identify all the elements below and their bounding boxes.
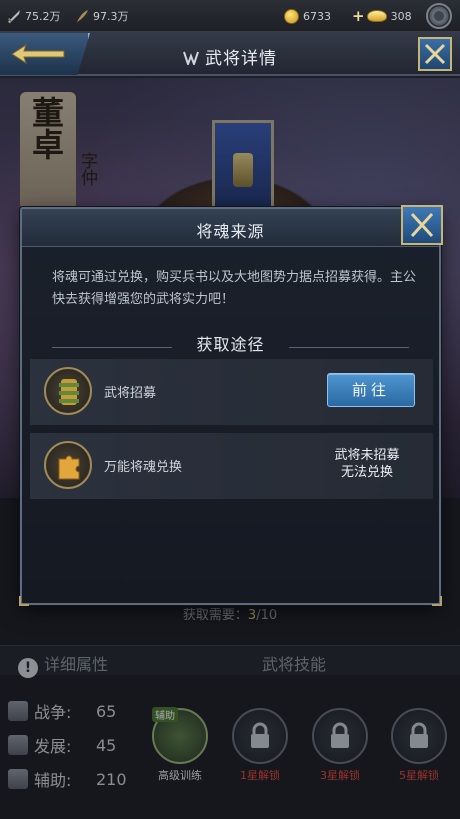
- dialog-description: 将魂可通过兑换，购买兵书以及大地图势力据点招募获得。主公快去获得增强您的武将实力…: [52, 270, 417, 307]
- troops-value: 75.2万: [25, 10, 61, 23]
- resource-gold[interactable]: + 308: [352, 7, 412, 25]
- divider: [52, 347, 172, 348]
- resource-bar: 75.2万 97.3万 6733 + 308: [0, 0, 460, 32]
- dialog-title: 将魂来源: [196, 222, 265, 241]
- soul-source-dialog: 将魂来源 将魂可通过兑换，购买兵书以及大地图势力据点招募获得。主公快去获得增强您…: [19, 205, 443, 606]
- source-row-exchange: 万能将魂兑换 武将未招募 无法兑换: [30, 433, 433, 499]
- puzzle-soul-icon: [44, 441, 92, 489]
- close-button[interactable]: [418, 37, 452, 71]
- dialog-header: 将魂来源: [22, 209, 439, 247]
- wood-value: 97.3万: [93, 10, 129, 23]
- scroll-icon-graphic: [59, 379, 79, 405]
- resource-wood: 97.3万: [74, 7, 129, 25]
- source-status: 武将未招募 无法兑换: [327, 447, 407, 481]
- add-gold-button[interactable]: +: [352, 7, 365, 25]
- frame-corner: [432, 596, 442, 606]
- copper-value: 6733: [303, 9, 331, 23]
- section-title: 获取途径: [196, 335, 265, 354]
- copper-coin-icon: [284, 8, 299, 24]
- title-bar: 武将详情: [0, 32, 460, 76]
- resource-copper: 6733: [284, 7, 331, 25]
- emblem-icon: [183, 51, 199, 65]
- dialog-close-button[interactable]: [401, 205, 443, 245]
- close-icon: [410, 212, 434, 238]
- go-button[interactable]: 前往: [327, 373, 415, 407]
- close-icon: [424, 43, 446, 65]
- page-title: 武将详情: [0, 44, 460, 69]
- sword-icon: [7, 10, 20, 23]
- page-title-text: 武将详情: [205, 49, 277, 69]
- status-line: 武将未招募: [334, 448, 400, 463]
- resource-troops: 75.2万: [6, 7, 61, 25]
- section-header: 获取途径: [22, 331, 439, 355]
- status-line: 无法兑换: [340, 465, 393, 480]
- scroll-icon: [44, 367, 92, 415]
- divider: [289, 347, 409, 348]
- gold-value: 308: [390, 9, 412, 23]
- source-row-recruit: 武将招募 前往: [30, 359, 433, 425]
- settings-icon[interactable]: [426, 3, 452, 29]
- gold-ingot-icon: [366, 10, 387, 22]
- source-label: 武将招募: [104, 386, 157, 401]
- source-label: 万能将魂兑换: [104, 460, 183, 475]
- puzzle-icon-graphic: [58, 455, 80, 480]
- quill-icon: [77, 10, 88, 22]
- frame-corner: [19, 596, 29, 606]
